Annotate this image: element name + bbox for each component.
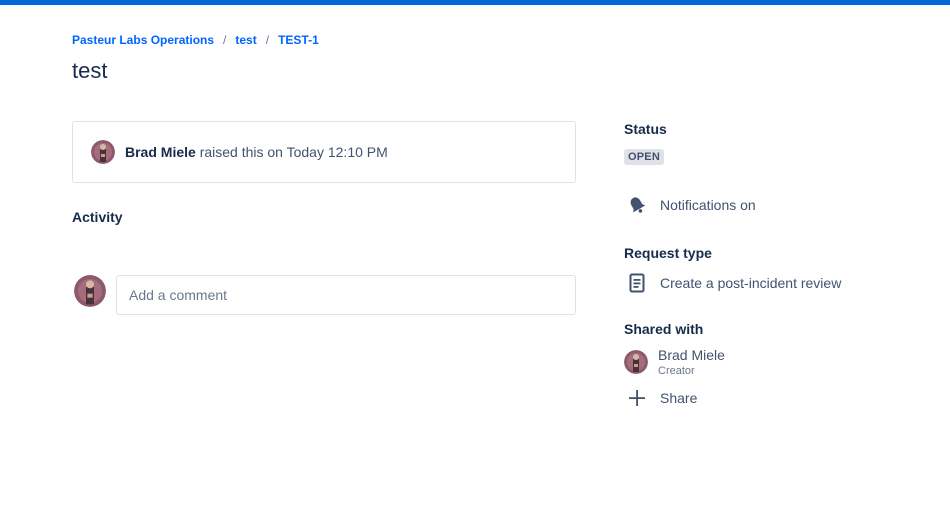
shared-user: Brad Miele Creator — [624, 347, 725, 377]
bell-icon — [624, 193, 650, 217]
request-type-row: Create a post-incident review — [624, 271, 841, 295]
breadcrumb-separator: / — [223, 33, 227, 47]
raised-by-user: Brad Miele — [125, 144, 196, 160]
page-title: test — [72, 58, 108, 83]
breadcrumb-separator: / — [265, 33, 270, 47]
comment-input[interactable] — [116, 275, 576, 315]
shared-with-heading: Shared with — [624, 321, 704, 337]
status-badge: OPEN — [624, 149, 664, 165]
comment-row — [74, 275, 576, 315]
notifications-label: Notifications on — [660, 197, 756, 213]
request-type-value: Create a post-incident review — [660, 275, 842, 291]
status-heading: Status — [624, 121, 667, 137]
activity-heading: Activity — [72, 209, 123, 225]
document-icon — [624, 271, 650, 295]
request-type-heading: Request type — [624, 245, 712, 261]
avatar — [624, 350, 648, 374]
avatar — [74, 275, 106, 307]
breadcrumb-issue-link[interactable]: TEST-1 — [278, 33, 319, 47]
plus-icon — [624, 386, 650, 410]
raised-timestamp: raised this on Today 12:10 PM — [199, 144, 388, 160]
avatar — [91, 140, 115, 164]
shared-user-name: Brad Miele — [658, 347, 725, 363]
shared-user-role: Creator — [658, 365, 695, 377]
breadcrumb: Pasteur Labs Operations / test / TEST-1 — [72, 33, 319, 47]
breadcrumb-project-link[interactable]: Pasteur Labs Operations — [72, 33, 214, 47]
breadcrumb-request-type-link[interactable]: test — [235, 33, 256, 47]
top-accent-bar — [0, 0, 950, 5]
request-sidebar: Status OPEN — [624, 121, 924, 165]
shared-user-details: Brad Miele Creator — [658, 347, 725, 377]
share-label: Share — [660, 390, 698, 406]
notifications-toggle[interactable]: Notifications on — [624, 193, 756, 217]
request-raised-panel: Brad Miele raised this on Today 12:10 PM — [72, 121, 576, 183]
raised-info: Brad Miele raised this on Today 12:10 PM — [125, 144, 388, 160]
share-button[interactable]: Share — [624, 386, 697, 410]
